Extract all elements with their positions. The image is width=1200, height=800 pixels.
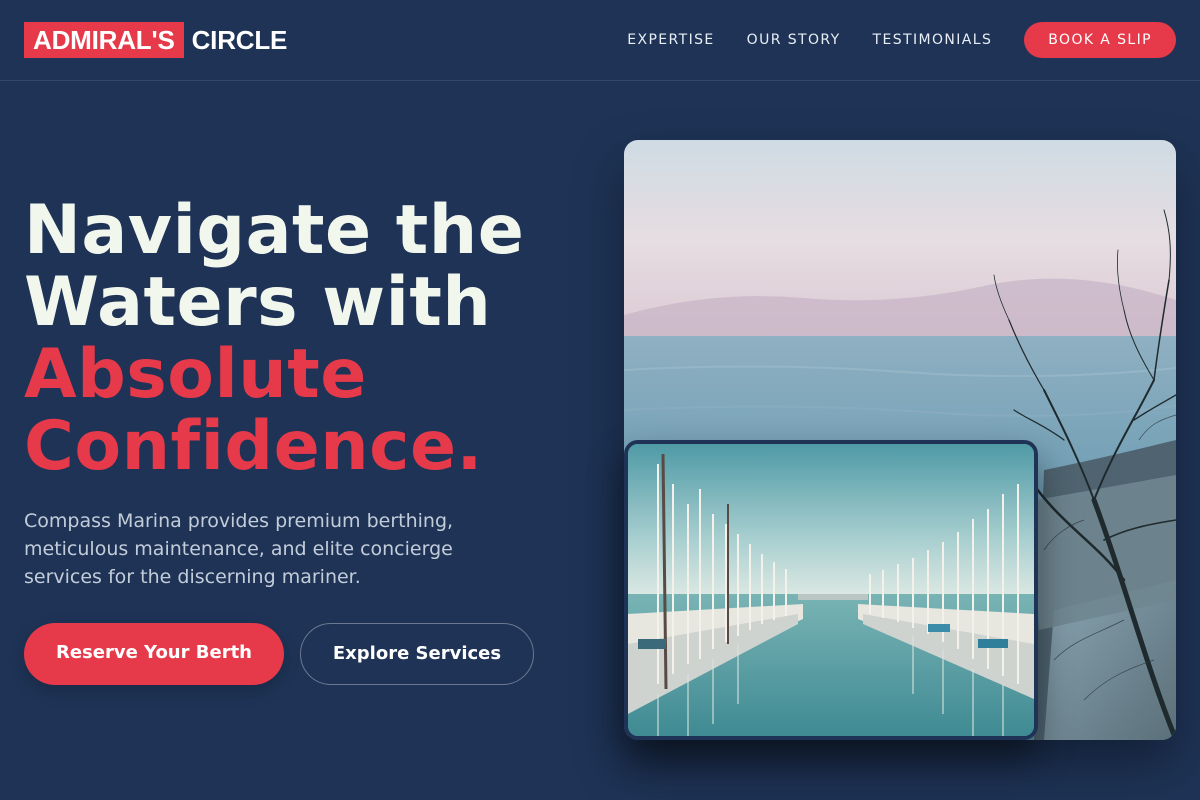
- hero-title-line-1: Navigate the: [24, 191, 525, 270]
- nav-link-expertise[interactable]: EXPERTISE: [627, 32, 714, 48]
- hero-title-accent-2: Confidence.: [24, 407, 483, 486]
- explore-services-button[interactable]: Explore Services: [300, 623, 534, 685]
- logo-text: CIRCLE: [191, 24, 288, 55]
- logo-highlight: ADMIRAL'S: [24, 22, 184, 58]
- brand-logo[interactable]: ADMIRAL'S CIRCLE: [24, 22, 287, 58]
- main-nav: EXPERTISE OUR STORY TESTIMONIALS BOOK A …: [627, 22, 1176, 58]
- reserve-berth-button[interactable]: Reserve Your Berth: [24, 623, 284, 685]
- nav-link-testimonials[interactable]: TESTIMONIALS: [873, 32, 993, 48]
- nav-link-our-story[interactable]: OUR STORY: [747, 32, 841, 48]
- hero-description: Compass Marina provides premium berthing…: [24, 510, 454, 588]
- site-header: ADMIRAL'S CIRCLE EXPERTISE OUR STORY TES…: [0, 0, 1200, 81]
- book-slip-button[interactable]: BOOK A SLIP: [1024, 22, 1176, 58]
- hero-title: Navigate the Waters with Absolute Confid…: [24, 195, 604, 483]
- marina-photo: [624, 440, 1038, 740]
- hero-title-accent-1: Absolute: [24, 335, 367, 414]
- hero-title-line-2: Waters with: [24, 263, 492, 342]
